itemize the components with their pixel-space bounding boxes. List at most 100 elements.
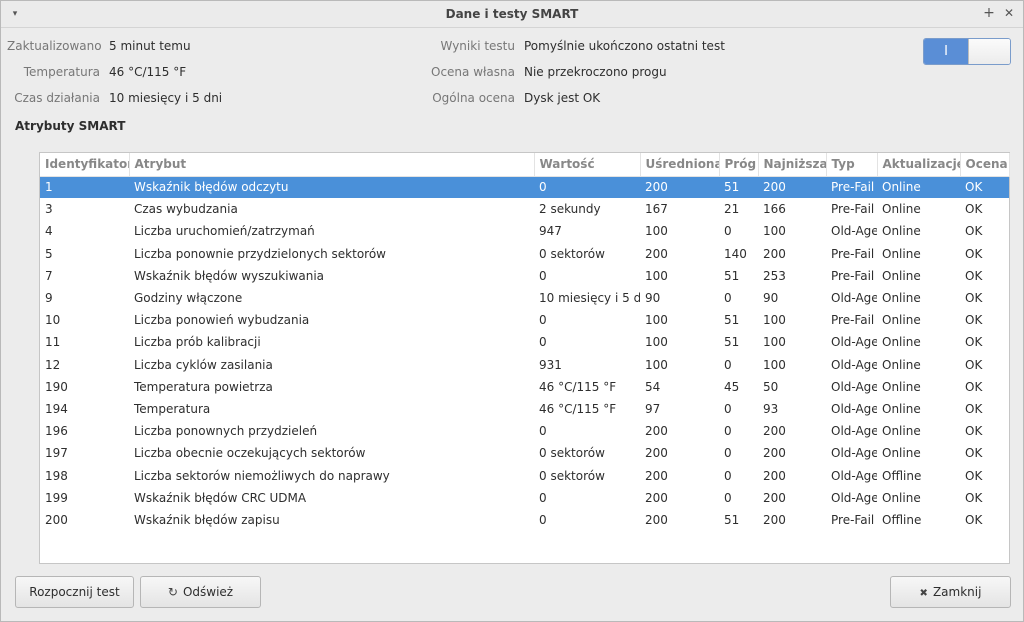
cell-attribute: Liczba cyklów zasilania — [134, 357, 273, 372]
test-result-label: Wyniki testu — [440, 39, 515, 53]
column-header-attribute[interactable]: Atrybut — [129, 153, 535, 177]
cell-value: 2 sekundy — [539, 202, 601, 217]
close-label: Zamknij — [932, 585, 982, 599]
switch-knob[interactable] — [968, 39, 1010, 64]
cell-assessment: OK — [965, 357, 983, 372]
cell-threshold: 0 — [724, 490, 732, 505]
cell-worst: 253 — [763, 268, 786, 283]
cell-updates: Offline — [882, 512, 922, 527]
table-row[interactable]: 198 Liczba sektorów niemożliwych do napra… — [40, 464, 1009, 486]
column-header-normalized[interactable]: Uśredniona — [640, 153, 720, 177]
cell-attribute: Czas wybudzania — [134, 202, 238, 217]
smart-dialog: ▾ Dane i testy SMART + ✕ Zaktualizowano … — [0, 0, 1024, 622]
cell-type: Pre-Fail — [831, 512, 875, 527]
cell-assessment: OK — [965, 246, 983, 261]
table-row[interactable]: 1 Wskaźnik błędów odczytu 0 200 51 200 Pre-Fai… — [40, 176, 1009, 199]
cell-threshold: 21 — [724, 202, 740, 217]
column-header-id[interactable]: Identyfikator — [40, 153, 130, 177]
cell-worst: 100 — [763, 313, 786, 328]
close-icon[interactable]: ✕ — [1001, 5, 1017, 21]
cell-assessment: OK — [965, 401, 983, 416]
cell-attribute: Wskaźnik błędów CRC UDMA — [134, 490, 307, 505]
cell-value: 0 — [539, 335, 547, 350]
cell-worst: 200 — [763, 512, 786, 527]
column-header-assessment[interactable]: Ocena — [960, 153, 1010, 177]
table-row[interactable]: 5 Liczba ponownie przydzielonych sektorów… — [40, 243, 1009, 265]
start-test-button[interactable]: Rozpocznij test — [15, 576, 134, 608]
cell-value: 0 — [539, 490, 547, 505]
cell-assessment: OK — [965, 268, 983, 283]
table-row[interactable]: 9 Godziny włączone 10 miesięcy i 5 dni 90 0 9… — [40, 287, 1009, 309]
cell-id: 9 — [45, 291, 53, 306]
table-row[interactable]: 10 Liczba ponowień wybudzania 0 100 51 100 Pre… — [40, 309, 1009, 331]
column-header-type[interactable]: Typ — [826, 153, 878, 177]
temperature-value: 46 °C/115 °F — [109, 65, 187, 79]
smart-enabled-switch[interactable]: I — [923, 38, 1011, 65]
overall-label: Ogólna ocena — [432, 91, 515, 105]
close-button[interactable]: ✖ Zamknij — [890, 576, 1011, 608]
table-row[interactable]: 199 Wskaźnik błędów CRC UDMA 0 200 0 200 Old-A… — [40, 487, 1009, 509]
cell-updates: Online — [877, 176, 960, 199]
cell-updates: Online — [882, 268, 921, 283]
cell-attribute: Wskaźnik błędów odczytu — [129, 176, 534, 199]
cell-normalized: 100 — [645, 268, 668, 283]
cell-updates: Online — [882, 401, 921, 416]
cell-value: 0 — [534, 176, 640, 199]
cell-id: 199 — [45, 490, 68, 505]
table-row[interactable]: 194 Temperatura 46 °C/115 °F 97 0 93 Old-Age On… — [40, 398, 1009, 420]
cell-attribute: Liczba ponownych przydzieleń — [134, 424, 318, 439]
cell-worst: 100 — [763, 357, 786, 372]
cell-value: 0 — [539, 512, 547, 527]
table-row[interactable]: 11 Liczba prób kalibracji 0 100 51 100 Old-Age… — [40, 331, 1009, 353]
cell-value: 10 miesięcy i 5 dni — [539, 291, 640, 306]
cell-type: Old-Age — [831, 224, 877, 239]
cell-worst: 200 — [763, 490, 786, 505]
column-header-worst[interactable]: Najniższa — [758, 153, 827, 177]
cell-worst: 100 — [763, 224, 786, 239]
cell-normalized: 200 — [645, 490, 668, 505]
switch-on-label: I — [924, 39, 968, 64]
cell-assessment: OK — [965, 335, 983, 350]
table-row[interactable]: 190 Temperatura powietrza 46 °C/115 °F 54 45… — [40, 376, 1009, 398]
cell-id: 200 — [45, 512, 68, 527]
overall-value: Dysk jest OK — [524, 91, 601, 105]
table-row[interactable]: 197 Liczba obecnie oczekujących sektorów 0… — [40, 442, 1009, 464]
cell-worst: 200 — [763, 468, 786, 483]
table-row[interactable]: 12 Liczba cyklów zasilania 931 100 0 100 Old-A… — [40, 354, 1009, 376]
cell-assessment: OK — [965, 512, 983, 527]
table-row[interactable]: 4 Liczba uruchomień/zatrzymań 947 100 0 100 Ol… — [40, 220, 1009, 242]
refresh-label: Odśwież — [182, 585, 234, 599]
column-header-updates[interactable]: Aktualizacje — [877, 153, 961, 177]
cell-value: 0 sektorów — [539, 446, 605, 461]
cell-type: Pre-Fail — [831, 313, 875, 328]
refresh-button[interactable]: ↻ Odśwież — [140, 576, 261, 608]
cell-value: 0 — [539, 268, 547, 283]
cell-attribute: Liczba uruchomień/zatrzymań — [134, 224, 315, 239]
cell-assessment: OK — [965, 202, 983, 217]
cell-worst: 200 — [758, 176, 826, 199]
start-test-label: Rozpocznij test — [29, 585, 120, 599]
table-row[interactable]: 196 Liczba ponownych przydzieleń 0 200 0 200 O… — [40, 420, 1009, 442]
cell-updates: Online — [882, 424, 921, 439]
cell-worst: 200 — [763, 424, 786, 439]
table-row[interactable]: 200 Wskaźnik błędów zapisu 0 200 51 200 Pre-Fa… — [40, 509, 1009, 531]
cell-updates: Online — [882, 446, 921, 461]
cell-normalized: 90 — [645, 291, 661, 306]
cell-value: 46 °C/115 °F — [539, 379, 617, 394]
table-row[interactable]: 7 Wskaźnik błędów wyszukiwania 0 100 51 253 Pr… — [40, 265, 1009, 287]
cell-updates: Online — [882, 335, 921, 350]
table-row[interactable]: 3 Czas wybudzania 2 sekundy 167 21 166 Pre-Fai… — [40, 198, 1009, 220]
smart-attributes-table[interactable]: Identyfikator Atrybut Wartość Uśredniona Pró… — [39, 152, 1010, 564]
cell-worst: 50 — [763, 379, 779, 394]
cell-threshold: 0 — [724, 291, 732, 306]
column-header-threshold[interactable]: Próg — [719, 153, 759, 177]
cell-normalized: 200 — [640, 176, 719, 199]
cell-type: Old-Age — [831, 468, 877, 483]
cell-worst: 166 — [763, 202, 786, 217]
cell-threshold: 0 — [724, 468, 732, 483]
cell-normalized: 100 — [645, 335, 668, 350]
column-header-value[interactable]: Wartość — [534, 153, 641, 177]
cell-attribute: Wskaźnik błędów wyszukiwania — [134, 268, 325, 283]
cell-updates: Online — [882, 379, 921, 394]
maximize-icon[interactable]: + — [981, 5, 997, 21]
